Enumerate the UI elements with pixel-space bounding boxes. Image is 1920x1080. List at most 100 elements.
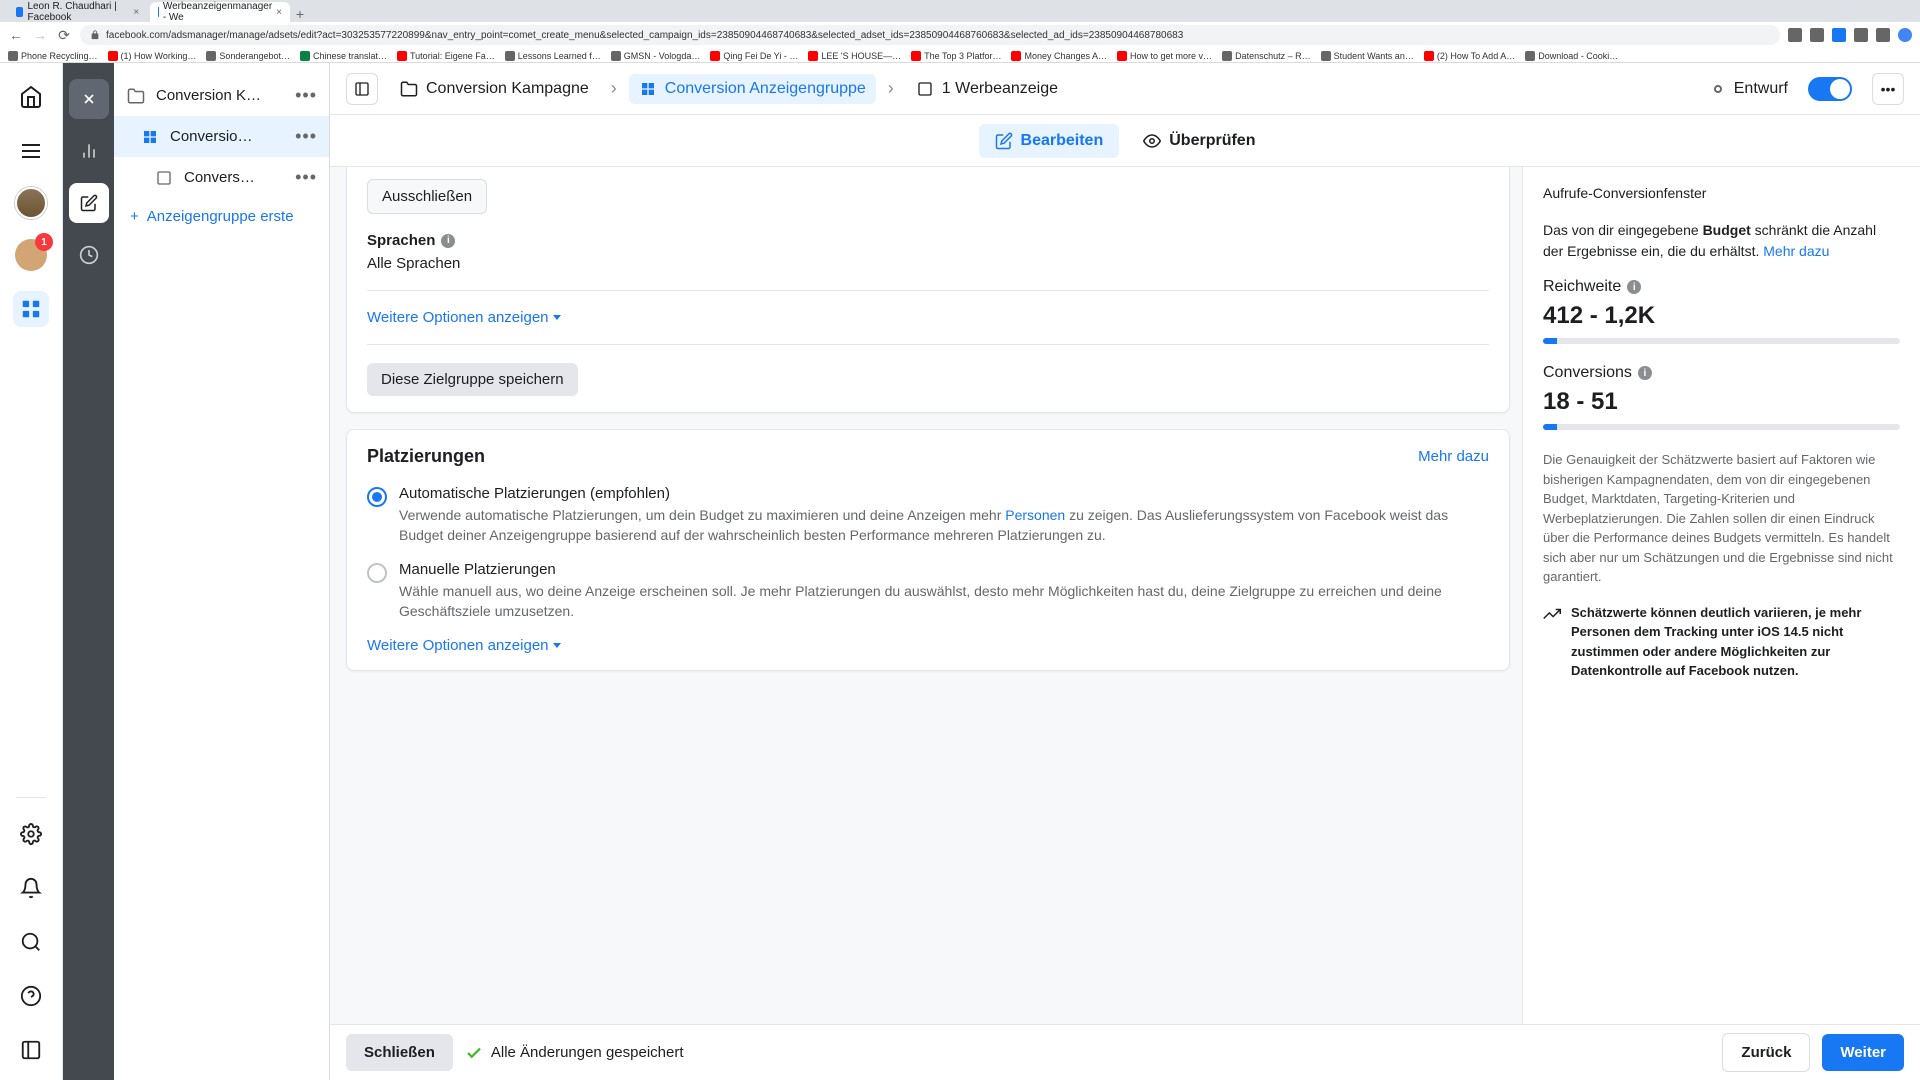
- more-icon[interactable]: •••: [295, 167, 317, 188]
- conversion-window-text: Aufrufe-Conversionfenster: [1543, 183, 1900, 204]
- reload-button[interactable]: ⟳: [56, 27, 72, 43]
- adset-icon: [639, 80, 657, 98]
- chart-icon[interactable]: [69, 131, 109, 171]
- bookmark[interactable]: Qing Fei De Yi - …: [710, 51, 798, 61]
- search-icon[interactable]: [13, 924, 49, 960]
- new-tab-button[interactable]: +: [292, 6, 308, 22]
- ext-icon[interactable]: [1898, 28, 1912, 42]
- back-button[interactable]: ←: [8, 27, 24, 43]
- ext-icon[interactable]: [1810, 28, 1824, 42]
- breadcrumb-label: Conversion Anzeigengruppe: [665, 80, 866, 98]
- bookmark[interactable]: Datenschutz – R…: [1222, 51, 1311, 61]
- info-icon[interactable]: i: [441, 234, 455, 248]
- bookmark[interactable]: Sonderangebot…: [206, 51, 290, 61]
- browser-tab-1[interactable]: Leon R. Chaudhari | Facebook ×: [8, 2, 148, 22]
- bookmark[interactable]: The Top 3 Platfor…: [911, 51, 1001, 61]
- hierarchy-ad[interactable]: Convers… •••: [114, 157, 329, 198]
- bookmark[interactable]: Download - Cooki…: [1525, 51, 1618, 61]
- bookmark[interactable]: LEE 'S HOUSE—…: [808, 51, 901, 61]
- browser-tab-2[interactable]: Werbeanzeigenmanager - We ×: [150, 2, 290, 22]
- eye-icon: [1143, 132, 1161, 150]
- bookmark-icon: [505, 51, 515, 61]
- back-button[interactable]: Zurück: [1722, 1033, 1810, 1072]
- hierarchy-adset[interactable]: Conversio… •••: [114, 116, 329, 157]
- breadcrumb-adset[interactable]: Conversion Anzeigengruppe: [629, 74, 876, 104]
- tab-label: Bearbeiten: [1021, 132, 1104, 150]
- bookmark[interactable]: Lessons Learned f…: [505, 51, 601, 61]
- edit-icon[interactable]: [69, 183, 109, 223]
- avatar[interactable]: [15, 187, 47, 219]
- hierarchy-campaign[interactable]: Conversion K… •••: [114, 75, 329, 116]
- collapse-panel-button[interactable]: [346, 73, 378, 105]
- more-menu-button[interactable]: •••: [1872, 73, 1904, 105]
- bookmark[interactable]: (1) How Working…: [108, 51, 197, 61]
- radio-description: Verwende automatische Platzierungen, um …: [399, 506, 1489, 545]
- bookmark[interactable]: GMSN - Vologda…: [611, 51, 701, 61]
- main-content: Conversion Kampagne › Conversion Anzeige…: [330, 63, 1920, 1080]
- more-link[interactable]: Mehr dazu: [1763, 243, 1829, 259]
- ext-icon[interactable]: [1854, 28, 1868, 42]
- active-toggle[interactable]: [1808, 77, 1852, 101]
- form-column[interactable]: Ausschließen Sprachen i Alle Sprachen We…: [330, 167, 1522, 1024]
- bookmark[interactable]: Tutorial: Eigene Fa…: [397, 51, 495, 61]
- reach-label: Reichweite i: [1543, 278, 1900, 296]
- ad-icon: [154, 168, 174, 188]
- collapse-icon[interactable]: [13, 1032, 49, 1068]
- help-icon[interactable]: [13, 978, 49, 1014]
- languages-label: Sprachen i: [367, 232, 1489, 249]
- conversions-label: Conversions i: [1543, 364, 1900, 382]
- exclude-button[interactable]: Ausschließen: [367, 179, 487, 214]
- url-bar[interactable]: facebook.com/adsmanager/manage/adsets/ed…: [80, 25, 1780, 45]
- ext-icon[interactable]: [1832, 28, 1846, 42]
- info-icon[interactable]: i: [1638, 366, 1652, 380]
- facebook-favicon: [158, 7, 159, 17]
- clock-icon[interactable]: [69, 235, 109, 275]
- bookmark-bar: Phone Recycling… (1) How Working… Sonder…: [0, 48, 1920, 63]
- bookmark[interactable]: Money Changes A…: [1011, 51, 1107, 61]
- placement-auto-option[interactable]: Automatische Platzierungen (empfohlen) V…: [367, 485, 1489, 545]
- bookmark[interactable]: (2) How To Add A…: [1424, 51, 1515, 61]
- tab-review[interactable]: Überprüfen: [1127, 124, 1271, 158]
- placement-manual-option[interactable]: Manuelle Platzierungen Wähle manuell aus…: [367, 561, 1489, 621]
- tab-edit[interactable]: Bearbeiten: [979, 124, 1120, 158]
- persons-link[interactable]: Personen: [1005, 507, 1065, 523]
- budget-warning: Das von dir eingegebene Budget schränkt …: [1543, 220, 1900, 262]
- add-adset-button[interactable]: + Anzeigengruppe erste: [114, 198, 329, 235]
- save-audience-button[interactable]: Diese Zielgruppe speichern: [367, 363, 578, 396]
- breadcrumb-label: 1 Werbeanzeige: [942, 80, 1058, 98]
- breadcrumb-campaign[interactable]: Conversion Kampagne: [390, 74, 599, 104]
- cookie-icon[interactable]: 1: [13, 237, 49, 273]
- bookmark[interactable]: Chinese translat…: [300, 51, 387, 61]
- bookmark[interactable]: Phone Recycling…: [8, 51, 98, 61]
- more-link[interactable]: Mehr dazu: [1418, 448, 1489, 465]
- info-icon[interactable]: i: [1627, 280, 1641, 294]
- radio-description: Wähle manuell aus, wo deine Anzeige ersc…: [399, 582, 1489, 621]
- bookmark-icon: [710, 51, 720, 61]
- close-tab-icon[interactable]: ×: [276, 7, 282, 17]
- home-icon[interactable]: [13, 79, 49, 115]
- settings-icon[interactable]: [13, 816, 49, 852]
- show-more-button[interactable]: Weitere Optionen anzeigen: [367, 309, 561, 326]
- bookmark-icon: [300, 51, 310, 61]
- forward-button[interactable]: →: [32, 27, 48, 43]
- radio-checked-icon[interactable]: [367, 487, 387, 507]
- menu-icon[interactable]: [13, 133, 49, 169]
- close-button[interactable]: [69, 79, 109, 119]
- close-tab-icon[interactable]: ×: [133, 7, 140, 17]
- close-button[interactable]: Schließen: [346, 1034, 453, 1071]
- show-more-button[interactable]: Weitere Optionen anzeigen: [367, 637, 561, 654]
- ext-icon[interactable]: [1876, 28, 1890, 42]
- radio-unchecked-icon[interactable]: [367, 563, 387, 583]
- more-icon[interactable]: •••: [295, 85, 317, 106]
- bookmark[interactable]: How to get more v…: [1117, 51, 1212, 61]
- chevron-right-icon: ›: [611, 78, 617, 99]
- bell-icon[interactable]: [13, 870, 49, 906]
- bookmark[interactable]: Student Wants an…: [1321, 51, 1414, 61]
- next-button[interactable]: Weiter: [1822, 1034, 1904, 1071]
- more-icon[interactable]: •••: [295, 126, 317, 147]
- breadcrumb-ad[interactable]: 1 Werbeanzeige: [906, 74, 1068, 104]
- bookmark-icon: [1222, 51, 1232, 61]
- grid-icon[interactable]: [13, 291, 49, 327]
- estimates-panel: Aufrufe-Conversionfenster Das von dir ei…: [1522, 167, 1920, 1024]
- ext-icon[interactable]: [1788, 28, 1802, 42]
